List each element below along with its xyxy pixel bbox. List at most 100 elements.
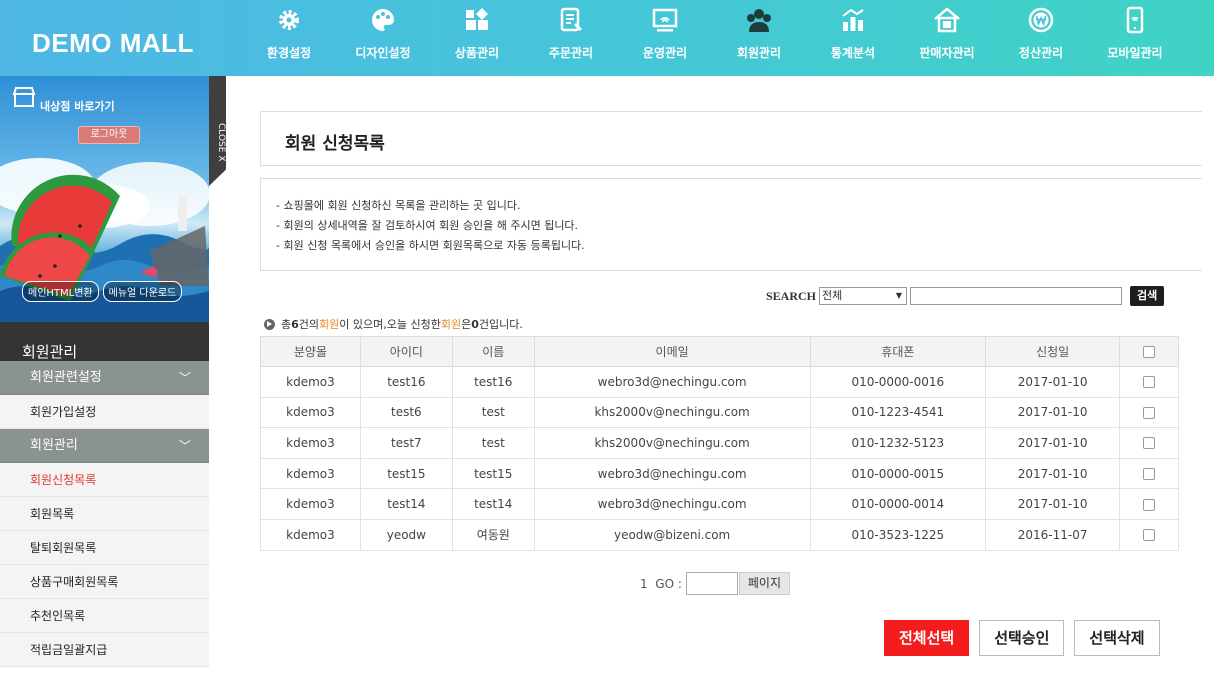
table-cell: webro3d@nechingu.com: [533, 366, 811, 398]
sidebar-group-member-management[interactable]: 회원관리 ﹀: [0, 429, 209, 463]
table-cell: 010-1223-4541: [809, 396, 987, 429]
nav-statistics[interactable]: 통계분석: [806, 6, 900, 61]
table-row: kdemo3 yeodw 여동원 yeodw@bizeni.com 010-3523-1…: [260, 518, 1179, 551]
sidebar: 내상점 바로가기 로그아웃 메인HTML변환 메뉴얼 다운로드 회원관리 회원관…: [0, 76, 209, 687]
sidebar-close-tab[interactable]: CLOSE X: [209, 76, 226, 186]
table-cell: 010-1232-5123: [809, 427, 987, 459]
table-cell: kdemo3: [260, 488, 361, 520]
table-cell: 2016-11-07: [985, 518, 1121, 551]
nav-settlement[interactable]: 정산관리: [994, 6, 1088, 61]
table-cell: test15: [451, 457, 535, 490]
table-cell: test15: [359, 457, 453, 490]
select-all-checkbox[interactable]: [1143, 346, 1156, 358]
top-nav: 환경설정 디자인설정 상품관리 주문관리 운영관리 회원관리 통계분석 판매자관…: [242, 6, 1182, 61]
table-cell: kdemo3: [260, 427, 361, 459]
column-header: 신청일: [985, 336, 1121, 367]
manual-download-button[interactable]: 메뉴얼 다운로드: [102, 281, 183, 302]
nav-products[interactable]: 상품관리: [430, 6, 524, 61]
sidebar-item-application-list[interactable]: 회원신청목록: [0, 463, 209, 497]
nav-label: 모바일관리: [1107, 46, 1163, 60]
table-cell: yeodw@bizeni.com: [533, 518, 811, 551]
select-value: 전체: [822, 289, 843, 302]
nav-label: 상품관리: [454, 46, 500, 60]
group-label: 회원관리: [30, 438, 78, 453]
page-go-button[interactable]: 페이지: [738, 572, 791, 595]
shop-icon: [934, 7, 960, 33]
sidebar-menu: 회원관련설정 ﹀ 회원가입설정 회원관리 ﹀ 회원신청목록 회원목록 탈퇴회원목록 …: [0, 361, 209, 667]
chevron-down-icon: ﹀: [178, 371, 191, 385]
table-cell: 010-0000-0014: [809, 488, 987, 520]
sidebar-item-member-list[interactable]: 회원목록: [0, 497, 209, 531]
select-all-button[interactable]: 전체선택: [884, 620, 970, 656]
logo[interactable]: DEMO MALL: [32, 28, 194, 59]
summary-text: 이 있으며,오늘 신청한: [339, 318, 441, 331]
table-cell: test14: [359, 488, 453, 520]
search-button[interactable]: 검색: [1130, 286, 1165, 306]
summary-text: 건입니다.: [478, 318, 523, 331]
table-cell: kdemo3: [260, 366, 361, 398]
sidebar-group-member-settings[interactable]: 회원관련설정 ﹀: [0, 361, 209, 395]
table-cell: khs2000v@nechingu.com: [533, 396, 811, 429]
nav-orders[interactable]: 주문관리: [524, 6, 618, 61]
page-number-input[interactable]: [685, 572, 738, 595]
table-cell: test7: [359, 427, 453, 459]
today-count: 0: [471, 317, 479, 331]
column-header: 이메일: [533, 336, 811, 367]
nav-design[interactable]: 디자인설정: [336, 6, 430, 61]
notice-line: - 회원의 상세내역을 잘 검토하시여 회원 승인을 해 주시면 됩니다.: [276, 219, 579, 232]
row-checkbox-cell: [1119, 518, 1179, 551]
members-icon: [747, 9, 771, 32]
top-header: DEMO MALL 환경설정 디자인설정 상품관리 주문관리 운영관리 회원관리: [0, 0, 1214, 76]
table-cell: yeodw: [359, 518, 453, 551]
sidebar-item-referrer-list[interactable]: 추천인목록: [0, 599, 209, 633]
logout-button[interactable]: 로그아웃: [78, 126, 140, 144]
nav-sellers[interactable]: 판매자관리: [900, 6, 994, 61]
row-checkbox[interactable]: [1143, 406, 1156, 419]
store-icon: [12, 87, 36, 107]
nav-label: 통계분석: [830, 46, 876, 60]
nav-operations[interactable]: 운영관리: [618, 6, 712, 61]
main-html-convert-button[interactable]: 메인HTML변환: [22, 281, 99, 302]
table-cell: test6: [359, 396, 453, 429]
group-label: 회원관련설정: [30, 370, 102, 385]
row-checkbox[interactable]: [1143, 376, 1156, 389]
nav-mobile[interactable]: 모바일관리: [1088, 6, 1182, 61]
table-cell: test: [451, 427, 535, 459]
row-checkbox-cell: [1119, 488, 1179, 520]
sidebar-item-bulk-points[interactable]: 적립금일괄지급: [0, 633, 209, 667]
sidebar-item-withdrawn-list[interactable]: 탈퇴회원목록: [0, 531, 209, 565]
table-cell: webro3d@nechingu.com: [533, 488, 811, 520]
table-cell: test16: [359, 366, 453, 398]
dropdown-arrow-icon: ▼: [895, 291, 903, 300]
sidebar-item-buyer-list[interactable]: 상품구매회원목록: [0, 565, 209, 599]
nav-settings[interactable]: 환경설정: [242, 6, 336, 61]
search-scope-select[interactable]: 전체 ▼: [819, 287, 908, 305]
table-cell: test14: [451, 488, 535, 520]
table-cell: webro3d@nechingu.com: [533, 457, 811, 490]
row-checkbox-cell: [1119, 396, 1179, 429]
total-count: 6: [291, 317, 299, 331]
table-cell: kdemo3: [260, 396, 361, 429]
row-checkbox[interactable]: [1143, 437, 1156, 450]
pagination: 1 GO : 페이지: [640, 572, 791, 595]
notice-box: - 쇼핑몰에 회원 신청하신 목록을 관리하는 곳 입니다. - 회원의 상세내…: [260, 178, 1202, 271]
row-checkbox[interactable]: [1143, 498, 1156, 511]
go-label: GO :: [655, 576, 682, 591]
store-shortcut-link[interactable]: 내상점 바로가기: [40, 98, 115, 114]
chevron-down-icon: ﹀: [178, 439, 191, 453]
row-checkbox[interactable]: [1143, 529, 1156, 542]
sidebar-item-signup-settings[interactable]: 회원가입설정: [0, 395, 209, 429]
delete-selected-button[interactable]: 선택삭제: [1074, 620, 1160, 656]
product-grid-icon: [466, 8, 488, 30]
row-checkbox[interactable]: [1143, 468, 1156, 481]
nav-members[interactable]: 회원관리: [712, 6, 806, 61]
search-bar: SEARCH 전체 ▼ 검색: [766, 286, 1165, 306]
column-header: 이름: [451, 336, 535, 367]
table-cell: 010-0000-0016: [809, 366, 987, 398]
member-application-table: 분양몰 아이디 이름 이메일 휴대폰 신청일 kdemo3 test16 test1…: [260, 336, 1179, 551]
approve-selected-button[interactable]: 선택승인: [979, 620, 1065, 656]
table-cell: 2017-01-10: [985, 457, 1121, 490]
search-input[interactable]: [910, 287, 1123, 305]
nav-label: 회원관리: [736, 46, 782, 60]
mobile-icon: [1126, 6, 1144, 34]
